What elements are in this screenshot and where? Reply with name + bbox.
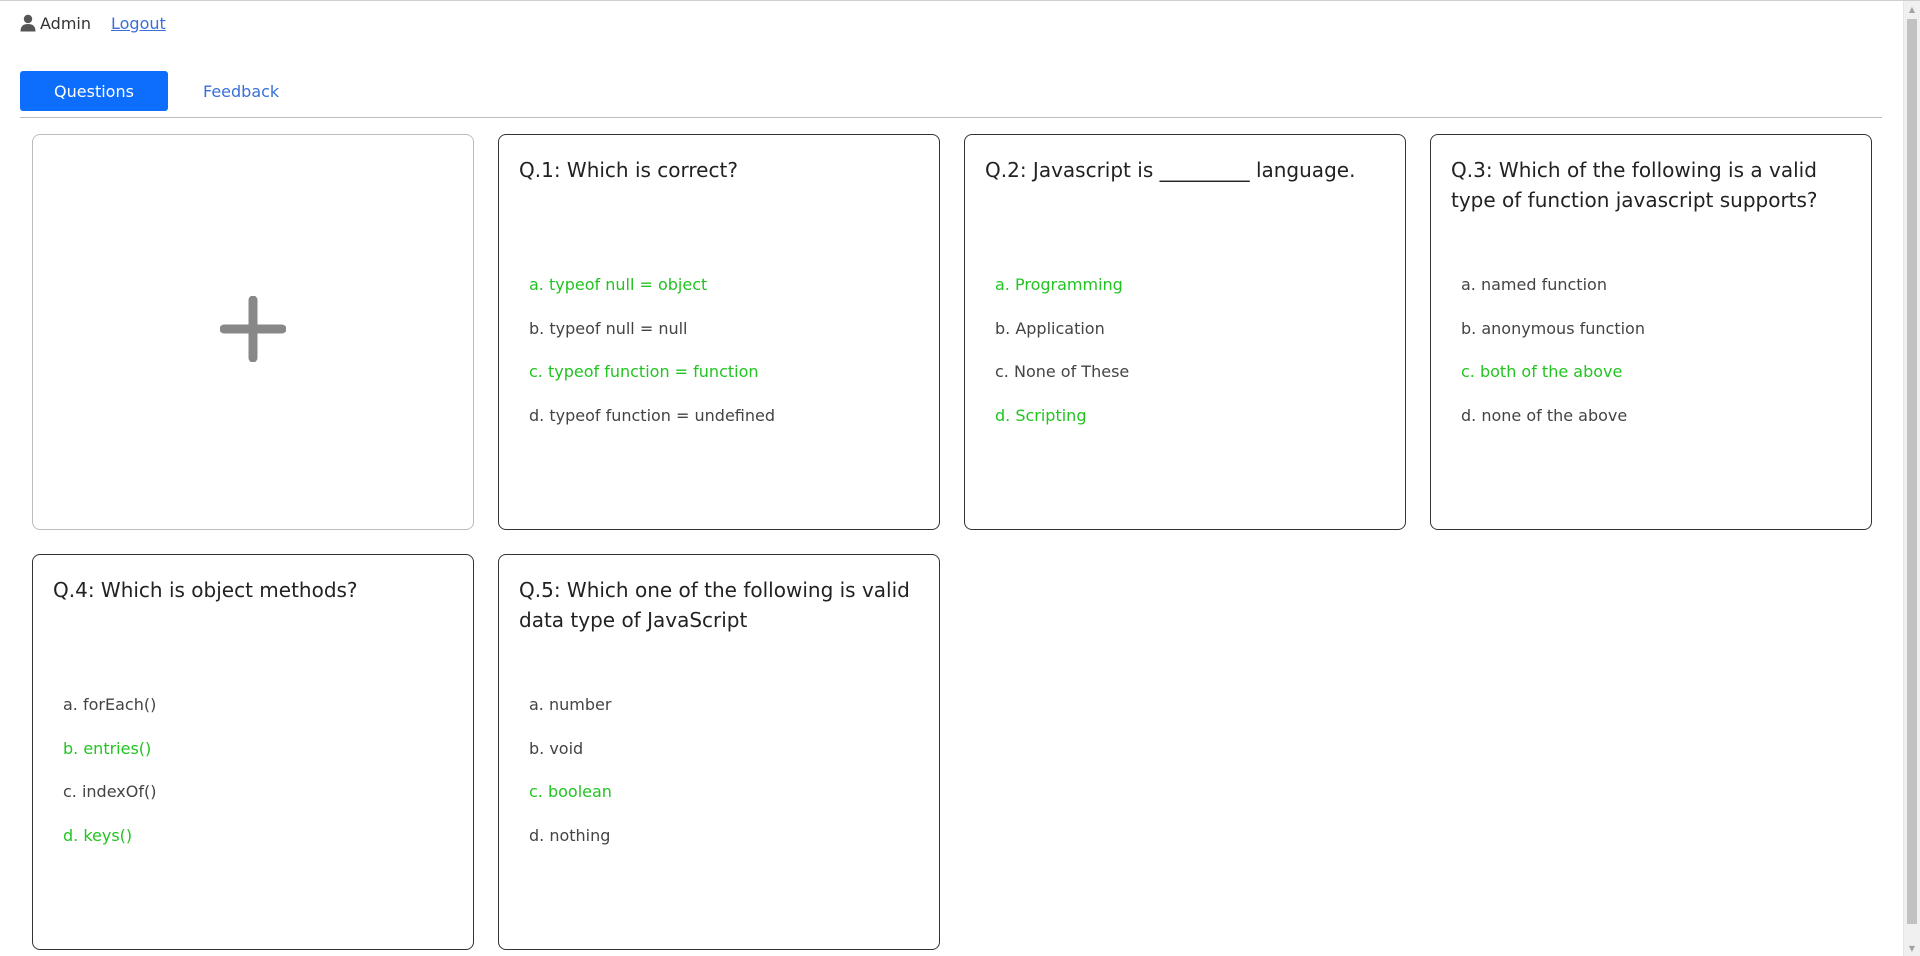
option: b. void: [529, 738, 584, 758]
question-grid: Q.1: Which is correct? a. typeof null = …: [32, 134, 1872, 950]
question-card[interactable]: Q.2: Javascript is _________ language. a…: [964, 134, 1406, 530]
plus-icon: [219, 295, 287, 363]
add-question-card[interactable]: [32, 134, 474, 530]
option: c. None of These: [995, 362, 1130, 381]
scrollbar-thumb[interactable]: [1907, 19, 1917, 924]
option: a. number: [529, 695, 612, 714]
option: a. forEach(): [63, 695, 157, 714]
vertical-scrollbar[interactable]: ▲ ▼: [1903, 1, 1920, 956]
tab-questions[interactable]: Questions: [20, 71, 168, 111]
option-correct: d. keys(): [63, 825, 133, 845]
username: Admin: [40, 13, 91, 33]
logout-link[interactable]: Logout: [111, 14, 166, 33]
option-correct: a. typeof null = object: [529, 275, 708, 294]
question-title: Q.2: Javascript is _________ language.: [985, 158, 1356, 182]
option-correct: c. typeof function = function: [529, 362, 759, 381]
option: a. named function: [1461, 275, 1607, 294]
option-correct: d. Scripting: [995, 405, 1087, 425]
option-correct: a. Programming: [995, 275, 1123, 294]
option: b. Application: [995, 318, 1105, 338]
question-title: Q.4: Which is object methods?: [53, 578, 358, 602]
question-title: Q.3: Which of the following is a valid t…: [1451, 158, 1818, 212]
question-title: Q.5: Which one of the following is valid…: [519, 578, 910, 632]
option-correct: b. entries(): [63, 738, 152, 758]
option-correct: c. both of the above: [1461, 362, 1623, 381]
option-list: a. typeof null = object b. typeof null =…: [519, 275, 919, 426]
option: d. typeof function = undefined: [529, 405, 776, 425]
option: d. none of the above: [1461, 405, 1628, 425]
option-list: a. named function b. anonymous function …: [1451, 275, 1851, 426]
option-list: a. Programming b. Application c. None of…: [985, 275, 1385, 426]
scroll-down-arrow-icon[interactable]: ▼: [1904, 940, 1920, 956]
option: b. typeof null = null: [529, 318, 688, 338]
option-list: a. number b. void c. boolean d. nothing: [519, 695, 919, 846]
question-card[interactable]: Q.5: Which one of the following is valid…: [498, 554, 940, 950]
question-card[interactable]: Q.3: Which of the following is a valid t…: [1430, 134, 1872, 530]
question-title: Q.1: Which is correct?: [519, 158, 738, 182]
tab-feedback[interactable]: Feedback: [168, 71, 314, 111]
option: d. nothing: [529, 825, 611, 845]
user-icon: [20, 14, 36, 32]
user-bar: Admin Logout: [20, 13, 166, 33]
scroll-up-arrow-icon[interactable]: ▲: [1904, 1, 1920, 18]
question-card[interactable]: Q.4: Which is object methods? a. forEach…: [32, 554, 474, 950]
option-correct: c. boolean: [529, 782, 612, 801]
option: c. indexOf(): [63, 782, 157, 801]
tab-bar: Questions Feedback: [20, 71, 1882, 118]
option-list: a. forEach() b. entries() c. indexOf() d…: [53, 695, 453, 846]
option: b. anonymous function: [1461, 318, 1645, 338]
question-card[interactable]: Q.1: Which is correct? a. typeof null = …: [498, 134, 940, 530]
